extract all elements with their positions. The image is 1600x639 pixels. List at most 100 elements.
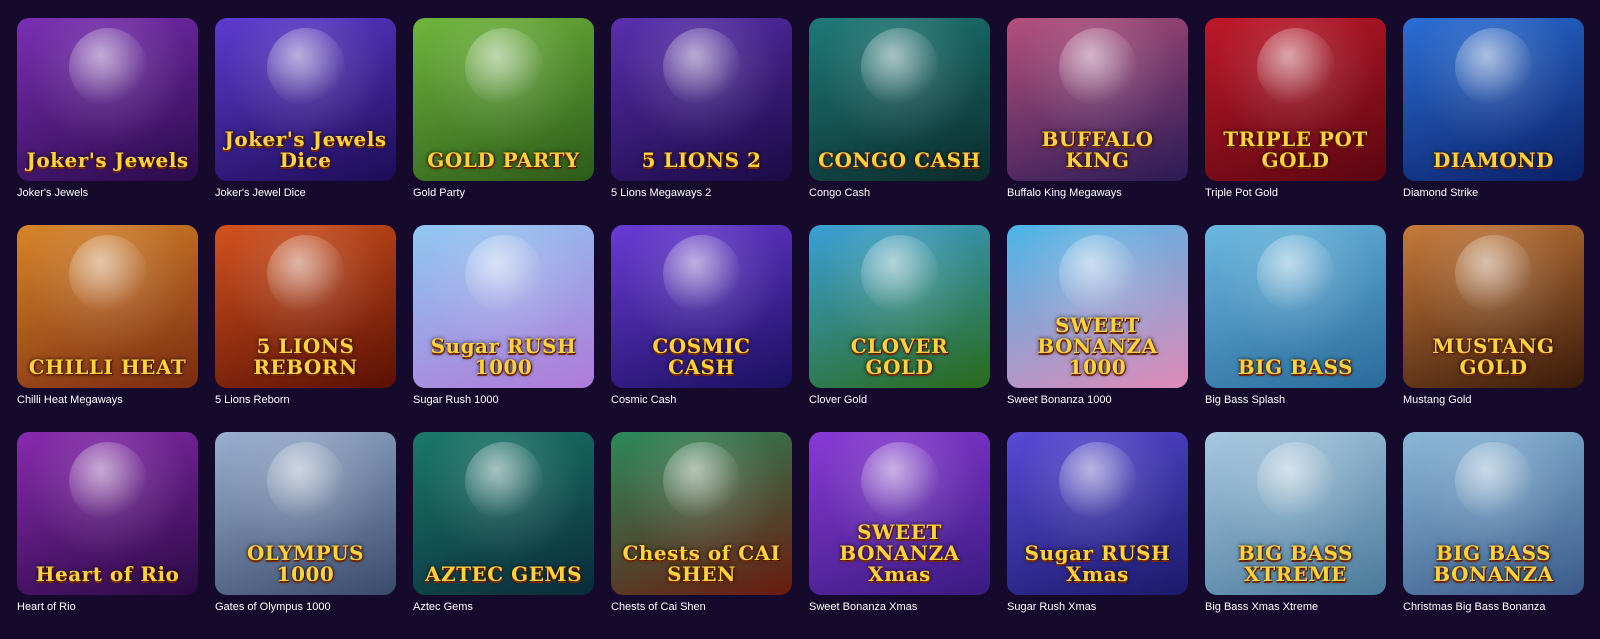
game-artwork xyxy=(1058,234,1137,313)
game-title[interactable]: Joker's Jewel Dice xyxy=(215,186,396,200)
game-title[interactable]: Joker's Jewels xyxy=(17,186,198,200)
game-title[interactable]: Big Bass Xmas Xtreme xyxy=(1205,600,1386,614)
game-artwork xyxy=(860,441,939,520)
game-artwork xyxy=(1454,441,1533,520)
game-artwork xyxy=(860,234,939,313)
game-logo: Sugar RUSH 1000 xyxy=(430,334,577,379)
game-thumbnail[interactable]: 5 LIONS REBORN xyxy=(215,225,396,388)
game-title[interactable]: Cosmic Cash xyxy=(611,393,792,407)
game-title[interactable]: Chests of Cai Shen xyxy=(611,600,792,614)
game-thumbnail[interactable]: GOLD PARTY xyxy=(413,18,594,181)
game-artwork xyxy=(662,27,741,106)
game-thumbnail[interactable]: DIAMOND xyxy=(1403,18,1584,181)
game-tile-sweet-bonanza-1000[interactable]: SWEET BONANZA 1000 Sweet Bonanza 1000 xyxy=(1007,225,1188,432)
game-logo: AZTEC GEMS xyxy=(424,562,583,586)
game-artwork xyxy=(662,234,741,313)
game-tile-chests-of-cai-shen[interactable]: Chests of CAI SHEN Chests of Cai Shen xyxy=(611,432,792,639)
game-tile-heart-of-rio[interactable]: Heart of Rio Heart of Rio xyxy=(17,432,198,639)
game-thumbnail[interactable]: Sugar RUSH 1000 xyxy=(413,225,594,388)
game-thumbnail[interactable]: Joker's Jewels xyxy=(17,18,198,181)
game-logo: SWEET BONANZA 1000 xyxy=(1037,313,1158,379)
game-thumbnail[interactable]: 5 LIONS 2 xyxy=(611,18,792,181)
game-title[interactable]: Sweet Bonanza Xmas xyxy=(809,600,990,614)
game-title[interactable]: Sugar Rush 1000 xyxy=(413,393,594,407)
game-thumbnail[interactable]: AZTEC GEMS xyxy=(413,432,594,595)
game-artwork xyxy=(1256,234,1335,313)
game-thumbnail[interactable]: CONGO CASH xyxy=(809,18,990,181)
game-artwork xyxy=(266,234,345,313)
game-title[interactable]: 5 Lions Megaways 2 xyxy=(611,186,792,200)
game-thumbnail[interactable]: Joker's Jewels Dice xyxy=(215,18,396,181)
game-tile-joker-s-jewel-dice[interactable]: Joker's Jewels Dice Joker's Jewel Dice xyxy=(215,18,396,225)
game-artwork xyxy=(68,27,147,106)
game-artwork xyxy=(266,441,345,520)
game-thumbnail[interactable]: CHILLI HEAT xyxy=(17,225,198,388)
game-thumbnail[interactable]: BIG BASS xyxy=(1205,225,1386,388)
game-thumbnail[interactable]: SWEET BONANZA Xmas xyxy=(809,432,990,595)
game-logo: MUSTANG GOLD xyxy=(1432,334,1555,379)
game-thumbnail[interactable]: Heart of Rio xyxy=(17,432,198,595)
game-thumbnail[interactable]: BIG BASS BONANZA xyxy=(1403,432,1584,595)
game-title[interactable]: Sugar Rush Xmas xyxy=(1007,600,1188,614)
game-title[interactable]: Clover Gold xyxy=(809,393,990,407)
game-tile-gold-party[interactable]: GOLD PARTY Gold Party xyxy=(413,18,594,225)
game-tile-gates-of-olympus-1000[interactable]: OLYMPUS 1000 Gates of Olympus 1000 xyxy=(215,432,396,639)
game-tile-triple-pot-gold[interactable]: TRIPLE POT GOLD Triple Pot Gold xyxy=(1205,18,1386,225)
game-title[interactable]: Diamond Strike xyxy=(1403,186,1584,200)
game-logo: CHILLI HEAT xyxy=(28,355,187,379)
game-logo: BIG BASS BONANZA xyxy=(1433,541,1554,586)
game-thumbnail[interactable]: SWEET BONANZA 1000 xyxy=(1007,225,1188,388)
game-artwork xyxy=(1256,441,1335,520)
game-tile-5-lions-reborn[interactable]: 5 LIONS REBORN 5 Lions Reborn xyxy=(215,225,396,432)
game-tile-aztec-gems[interactable]: AZTEC GEMS Aztec Gems xyxy=(413,432,594,639)
game-logo: CONGO CASH xyxy=(818,148,981,172)
game-tile-sugar-rush-1000[interactable]: Sugar RUSH 1000 Sugar Rush 1000 xyxy=(413,225,594,432)
game-thumbnail[interactable]: TRIPLE POT GOLD xyxy=(1205,18,1386,181)
game-thumbnail[interactable]: COSMIC CASH xyxy=(611,225,792,388)
game-thumbnail[interactable]: BUFFALO KING xyxy=(1007,18,1188,181)
game-tile-5-lions-megaways-2[interactable]: 5 LIONS 2 5 Lions Megaways 2 xyxy=(611,18,792,225)
game-tile-joker-s-jewels[interactable]: Joker's Jewels Joker's Jewels xyxy=(17,18,198,225)
game-title[interactable]: Chilli Heat Megaways xyxy=(17,393,198,407)
game-thumbnail[interactable]: OLYMPUS 1000 xyxy=(215,432,396,595)
game-tile-diamond-strike[interactable]: DIAMOND Diamond Strike xyxy=(1403,18,1584,225)
game-title[interactable]: Christmas Big Bass Bonanza xyxy=(1403,600,1584,614)
game-tile-congo-cash[interactable]: CONGO CASH Congo Cash xyxy=(809,18,990,225)
game-title[interactable]: Gold Party xyxy=(413,186,594,200)
game-artwork xyxy=(266,27,345,106)
game-thumbnail[interactable]: BIG BASS XTREME xyxy=(1205,432,1386,595)
game-logo: 5 LIONS 2 xyxy=(641,148,762,172)
game-tile-sweet-bonanza-xmas[interactable]: SWEET BONANZA Xmas Sweet Bonanza Xmas xyxy=(809,432,990,639)
game-thumbnail[interactable]: Sugar RUSH Xmas xyxy=(1007,432,1188,595)
game-title[interactable]: Sweet Bonanza 1000 xyxy=(1007,393,1188,407)
game-title[interactable]: 5 Lions Reborn xyxy=(215,393,396,407)
game-tile-sugar-rush-xmas[interactable]: Sugar RUSH Xmas Sugar Rush Xmas xyxy=(1007,432,1188,639)
game-logo: 5 LIONS REBORN xyxy=(253,334,358,379)
game-title[interactable]: Buffalo King Megaways xyxy=(1007,186,1188,200)
game-title[interactable]: Congo Cash xyxy=(809,186,990,200)
game-title[interactable]: Big Bass Splash xyxy=(1205,393,1386,407)
game-logo: GOLD PARTY xyxy=(427,148,580,172)
game-thumbnail[interactable]: CLOVER GOLD xyxy=(809,225,990,388)
game-title[interactable]: Gates of Olympus 1000 xyxy=(215,600,396,614)
game-tile-chilli-heat-megaways[interactable]: CHILLI HEAT Chilli Heat Megaways xyxy=(17,225,198,432)
game-logo: Heart of Rio xyxy=(35,562,180,586)
game-title[interactable]: Mustang Gold xyxy=(1403,393,1584,407)
game-tile-clover-gold[interactable]: CLOVER GOLD Clover Gold xyxy=(809,225,990,432)
game-logo: CLOVER GOLD xyxy=(850,334,949,379)
game-logo: DIAMOND xyxy=(1433,148,1554,172)
game-title[interactable]: Triple Pot Gold xyxy=(1205,186,1386,200)
game-tile-big-bass-xmas-xtreme[interactable]: BIG BASS XTREME Big Bass Xmas Xtreme xyxy=(1205,432,1386,639)
game-thumbnail[interactable]: Chests of CAI SHEN xyxy=(611,432,792,595)
game-tile-christmas-big-bass-bonanza[interactable]: BIG BASS BONANZA Christmas Big Bass Bonan… xyxy=(1403,432,1584,639)
game-logo: Joker's Jewels xyxy=(26,148,189,172)
game-thumbnail[interactable]: MUSTANG GOLD xyxy=(1403,225,1584,388)
game-logo: Chests of CAI SHEN xyxy=(622,541,781,586)
game-tile-big-bass-splash[interactable]: BIG BASS Big Bass Splash xyxy=(1205,225,1386,432)
game-tile-buffalo-king-megaways[interactable]: BUFFALO KING Buffalo King Megaways xyxy=(1007,18,1188,225)
game-tile-mustang-gold[interactable]: MUSTANG GOLD Mustang Gold xyxy=(1403,225,1584,432)
game-title[interactable]: Aztec Gems xyxy=(413,600,594,614)
game-tile-cosmic-cash[interactable]: COSMIC CASH Cosmic Cash xyxy=(611,225,792,432)
game-title[interactable]: Heart of Rio xyxy=(17,600,198,614)
game-artwork xyxy=(1454,234,1533,313)
